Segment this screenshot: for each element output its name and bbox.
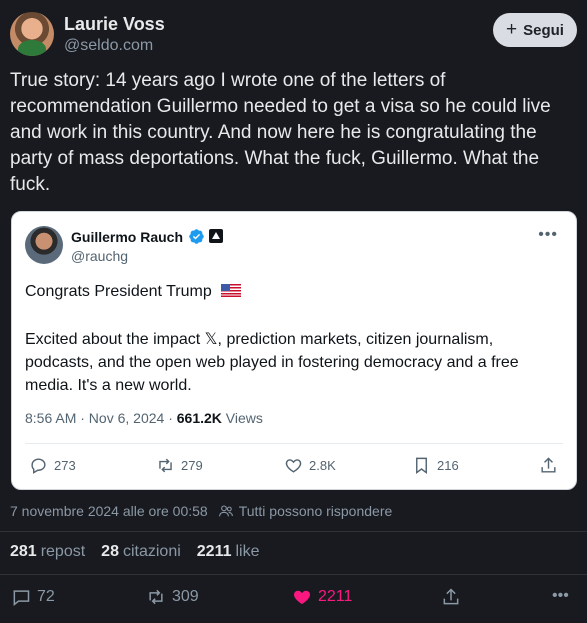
- repost-count: 309: [172, 588, 199, 605]
- reply-icon: [13, 590, 30, 607]
- author-avatar[interactable]: [10, 12, 54, 56]
- people-icon: [218, 505, 233, 517]
- follow-label: Segui: [523, 21, 564, 39]
- divider-top: [0, 531, 587, 532]
- likes-count: 2211: [196, 543, 232, 560]
- author-name[interactable]: Laurie Voss: [64, 14, 165, 35]
- reposts-count: 281: [10, 543, 37, 560]
- post: Laurie Voss @seldo.com + Segui True stor…: [0, 0, 587, 623]
- quoted-repost-button[interactable]: 279: [156, 456, 203, 475]
- quoted-author-name[interactable]: Guillermo Rauch: [71, 229, 183, 245]
- verified-badge-icon: [189, 229, 204, 244]
- quoted-share-button[interactable]: [539, 456, 558, 475]
- reply-button[interactable]: 72: [11, 587, 55, 607]
- reply-icon: [31, 458, 46, 474]
- post-timestamp-row: 7 novembre 2024 alle ore 00:58 Tutti pos…: [10, 503, 392, 519]
- more-options-icon[interactable]: •••: [552, 587, 569, 605]
- quoted-reply-count: 273: [54, 458, 76, 473]
- quoted-actions: 273 279 2.8K 216: [12, 456, 576, 478]
- quoted-post-card[interactable]: Guillermo Rauch @rauchg ••• Congrats Pre…: [11, 211, 577, 490]
- quoted-divider: [25, 443, 563, 444]
- quoted-reply-button[interactable]: 273: [29, 456, 76, 475]
- like-button[interactable]: 2211: [292, 587, 352, 607]
- quotes-stat[interactable]: 28 citazioni: [101, 543, 181, 561]
- affiliation-badge-icon: [209, 229, 223, 243]
- us-flag-icon: [221, 284, 242, 297]
- quoted-author-handle[interactable]: @rauchg: [71, 248, 128, 264]
- heart-icon: [285, 459, 302, 473]
- quoted-text-body: Excited about the impact 𝕏, prediction m…: [25, 331, 519, 394]
- share-icon: [443, 588, 459, 605]
- reposts-stat[interactable]: 281 repost: [10, 543, 85, 561]
- quoted-like-count: 2.8K: [309, 458, 336, 473]
- repost-icon: [159, 458, 172, 473]
- more-options-icon[interactable]: •••: [538, 226, 558, 244]
- post-stats: 281 repost 28 citazioni 2211 like: [10, 543, 260, 561]
- quoted-like-button[interactable]: 2.8K: [284, 456, 336, 475]
- post-timestamp[interactable]: 7 novembre 2024 alle ore 00:58: [10, 503, 208, 519]
- quoted-meta: 8:56 AM · Nov 6, 2024 · 661.2K Views: [25, 410, 263, 426]
- quoted-line1-text: Congrats President Trump: [25, 283, 212, 300]
- quoted-views-count: 661.2K: [176, 410, 222, 426]
- quoted-views-label: Views: [225, 410, 263, 426]
- author-handle[interactable]: @seldo.com: [64, 37, 153, 55]
- share-icon: [541, 457, 556, 473]
- follow-button[interactable]: + Segui: [493, 13, 577, 47]
- quoted-bookmark-count: 216: [437, 458, 459, 473]
- likes-label: like: [235, 543, 260, 560]
- quotes-count: 28: [101, 543, 119, 560]
- repost-button[interactable]: 309: [146, 587, 199, 607]
- bookmark-icon: [416, 457, 427, 475]
- quoted-text-line1: Congrats President Trump: [25, 283, 242, 301]
- quotes-label: citazioni: [122, 543, 181, 560]
- post-text: True story: 14 years ago I wrote one of …: [10, 70, 551, 195]
- quoted-repost-count: 279: [181, 458, 203, 473]
- reply-count: 72: [37, 588, 55, 605]
- share-button[interactable]: [441, 587, 461, 607]
- quoted-time[interactable]: 8:56 AM · Nov 6, 2024 ·: [25, 410, 177, 426]
- likes-stat[interactable]: 2211 like: [197, 543, 260, 561]
- reply-setting: Tutti possono rispondere: [238, 503, 393, 519]
- post-actions: 72 309 2211 •••: [0, 587, 587, 609]
- heart-filled-icon: [293, 590, 311, 605]
- quoted-bookmark-button[interactable]: 216: [412, 456, 459, 475]
- repost-icon: [149, 589, 163, 605]
- reposts-label: repost: [40, 543, 86, 560]
- divider-bottom: [0, 574, 587, 575]
- like-count: 2211: [318, 588, 353, 605]
- plus-icon: +: [506, 18, 518, 40]
- quoted-author-avatar[interactable]: [25, 226, 63, 264]
